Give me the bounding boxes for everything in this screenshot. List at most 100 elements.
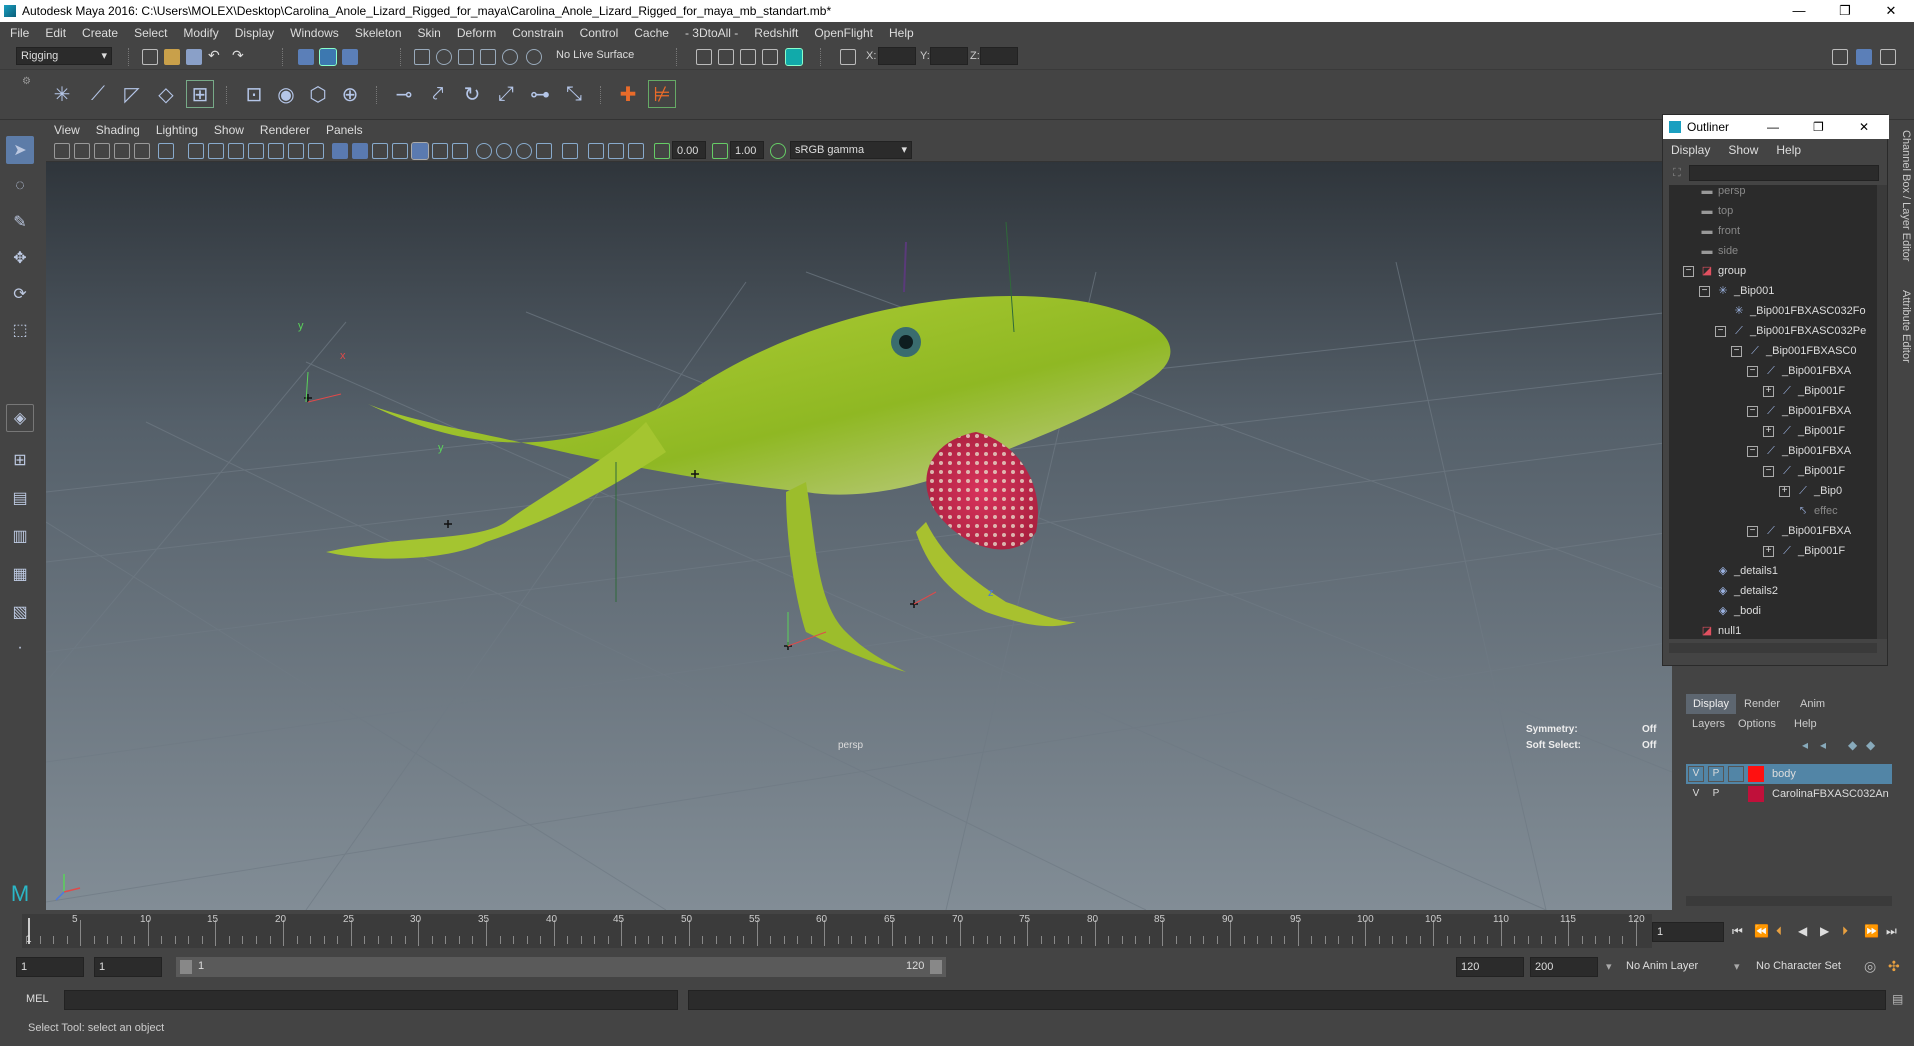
range-end-handle[interactable]	[930, 960, 942, 974]
outliner-item[interactable]: ◪ null1	[1683, 621, 1741, 639]
x-coordinate-input[interactable]	[878, 47, 916, 65]
tree-expand-toggle[interactable]: −	[1763, 465, 1774, 477]
outliner-item[interactable]: ▬ front	[1683, 221, 1741, 241]
outliner-item[interactable]: − ⟋ _Bip001FBXASC0	[1731, 341, 1857, 361]
blend-shape-icon[interactable]: ◉	[272, 80, 300, 108]
tab-attribute-editor[interactable]: Attribute Editor	[1896, 290, 1912, 363]
safe-action-icon[interactable]	[288, 143, 304, 159]
field-chart-icon[interactable]	[268, 143, 284, 159]
outliner-menu-help[interactable]: Help	[1776, 143, 1801, 157]
bind-skin-icon[interactable]: ⊞	[186, 80, 214, 108]
redo-icon[interactable]: ↷	[232, 47, 244, 64]
outliner-horizontal-scrollbar[interactable]	[1669, 643, 1877, 653]
2d-pan-zoom-icon[interactable]	[134, 143, 150, 159]
tree-expand-toggle[interactable]: −	[1747, 365, 1758, 377]
snap-grid-icon[interactable]	[414, 49, 430, 65]
step-back-key-icon[interactable]: ⏴	[1776, 924, 1782, 939]
new-scene-icon[interactable]	[142, 49, 158, 65]
layout-expand-icon[interactable]: ·	[6, 634, 34, 662]
restore-button[interactable]: ❐	[1822, 0, 1868, 22]
menu-deform[interactable]: Deform	[457, 26, 496, 40]
ipr-render-icon[interactable]	[740, 49, 756, 65]
layer-display-type-toggle[interactable]	[1728, 786, 1744, 802]
menu-3dtoall[interactable]: - 3DtoAll -	[685, 26, 738, 40]
snap-live-icon[interactable]	[502, 49, 518, 65]
xray-active-icon[interactable]	[608, 143, 624, 159]
command-language-label[interactable]: MEL	[26, 993, 49, 1005]
lattice-icon[interactable]: ⬡	[304, 80, 332, 108]
lasso-tool-icon[interactable]: ◌	[6, 172, 34, 200]
grid-toggle-icon[interactable]	[188, 143, 204, 159]
time-slider-track[interactable]: 1 5 10 15 20 25 30 35 40 45 50 55 60 65 70 75 80 85 90 95 1…	[22, 914, 1652, 948]
default-material-icon[interactable]	[392, 143, 408, 159]
wrap-icon[interactable]: ⊕	[336, 80, 364, 108]
z-coordinate-input[interactable]	[980, 47, 1018, 65]
single-perspective-layout-icon[interactable]: ◈	[6, 404, 34, 432]
open-scene-icon[interactable]	[164, 49, 180, 65]
step-forward-frame-icon[interactable]: ⏩	[1864, 924, 1879, 938]
scale-constraint-icon[interactable]: ⤢	[492, 80, 520, 108]
menu-windows[interactable]: Windows	[290, 26, 339, 40]
textured-icon[interactable]	[411, 142, 429, 160]
layer-row-carolina[interactable]: V P CarolinaFBXASC032An	[1686, 784, 1892, 804]
outliner-item[interactable]: ▬ persp	[1683, 185, 1746, 201]
outliner-item[interactable]: ▬ side	[1683, 241, 1739, 261]
multisample-aa-icon[interactable]	[516, 143, 532, 159]
layer-row-body[interactable]: V P body	[1686, 764, 1892, 784]
outliner-item[interactable]: − ⟋ _Bip001FBXA	[1747, 401, 1851, 421]
undo-icon[interactable]: ↶	[208, 47, 220, 64]
layer-playback-toggle[interactable]: P	[1708, 766, 1724, 782]
character-set-dropdown[interactable]: No Character Set	[1756, 960, 1841, 972]
tool-settings-toggle-icon[interactable]	[1880, 49, 1896, 65]
outliner-item[interactable]: + ⟋ _Bip0	[1779, 481, 1842, 501]
playback-end-input[interactable]: 120	[1456, 957, 1524, 977]
orient-constraint-icon[interactable]: ↻	[458, 80, 486, 108]
move-tool-icon[interactable]: ✥	[6, 244, 34, 272]
gamma-icon[interactable]	[712, 143, 728, 159]
image-plane-icon[interactable]	[114, 143, 130, 159]
chevron-down-icon[interactable]: ▾	[1734, 960, 1740, 973]
outliner-item[interactable]: + ⟋ _Bip001F	[1763, 421, 1845, 441]
menu-edit[interactable]: Edit	[45, 26, 66, 40]
outliner-item[interactable]: − ⟋ _Bip001FBXA	[1747, 521, 1851, 541]
outliner-item[interactable]: ⤣ effec	[1779, 501, 1838, 521]
animation-end-input[interactable]: 200	[1530, 957, 1598, 977]
isolate-select-icon[interactable]	[562, 143, 578, 159]
exposure-icon[interactable]	[654, 143, 670, 159]
outliner-close-button[interactable]: ✕	[1859, 115, 1869, 139]
3d-scene-view[interactable]: y x y z persp Symmetry: Off Soft Select:…	[46, 162, 1672, 910]
go-to-end-icon[interactable]: ⏭	[1886, 924, 1897, 939]
step-back-frame-icon[interactable]: ⏪	[1754, 924, 1769, 938]
hypershade-layout-icon[interactable]: ▦	[6, 560, 34, 588]
layer-move-down-icon[interactable]: ◂	[1820, 738, 1826, 752]
viewport-menu-view[interactable]: View	[54, 123, 80, 137]
viewport-menu-shading[interactable]: Shading	[96, 123, 140, 137]
tree-expand-toggle[interactable]: −	[1715, 325, 1726, 337]
tab-channel-box-layer-editor[interactable]: Channel Box / Layer Editor	[1896, 130, 1912, 261]
outliner-item[interactable]: − ✳ _Bip001	[1699, 281, 1774, 301]
snap-point-icon[interactable]	[458, 49, 474, 65]
command-input[interactable]	[64, 990, 678, 1010]
layer-visibility-toggle[interactable]: V	[1688, 766, 1704, 782]
animation-preferences-icon[interactable]: ✣	[1888, 958, 1900, 975]
viewport-menu-renderer[interactable]: Renderer	[260, 123, 310, 137]
tab-display[interactable]: Display	[1686, 694, 1736, 714]
range-start-handle[interactable]	[180, 960, 192, 974]
exposure-input[interactable]: 0.00	[672, 141, 706, 159]
tab-anim[interactable]: Anim	[1800, 694, 1825, 714]
menu-modify[interactable]: Modify	[183, 26, 218, 40]
outliner-restore-button[interactable]: ❐	[1813, 115, 1824, 139]
tree-expand-toggle[interactable]: +	[1779, 485, 1790, 497]
select-object-icon[interactable]	[319, 48, 337, 66]
tree-expand-toggle[interactable]: −	[1731, 345, 1742, 357]
layer-visibility-toggle[interactable]: V	[1688, 786, 1704, 802]
screen-space-ao-icon[interactable]	[476, 143, 492, 159]
outliner-vertical-scrollbar[interactable]	[1877, 185, 1887, 639]
view-transform-dropdown[interactable]: sRGB gamma ▾	[790, 141, 912, 159]
snap-together-icon[interactable]	[526, 49, 542, 65]
film-gate-icon[interactable]	[208, 143, 224, 159]
outliner-item[interactable]: − ◪ group	[1683, 261, 1746, 281]
xray-icon[interactable]	[588, 143, 604, 159]
bookmark-icon[interactable]	[94, 143, 110, 159]
tree-expand-toggle[interactable]: −	[1699, 285, 1710, 297]
